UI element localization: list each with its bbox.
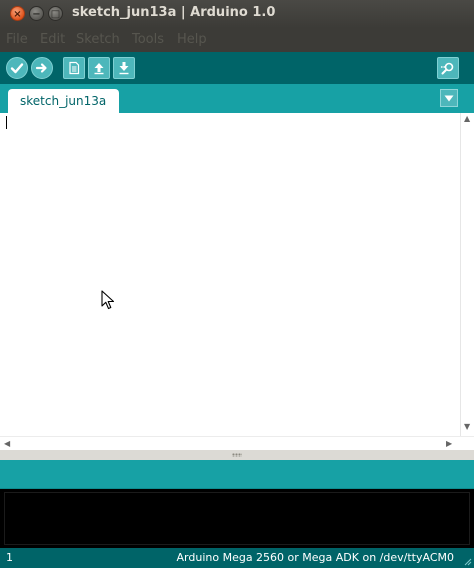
console-frame bbox=[4, 492, 470, 545]
toolbar bbox=[0, 52, 474, 84]
minimize-window-button[interactable]: − bbox=[29, 6, 44, 21]
tab-strip: sketch_jun13a bbox=[0, 84, 474, 113]
message-bar bbox=[0, 460, 474, 488]
line-number: 1 bbox=[6, 551, 13, 564]
menu-file[interactable]: File bbox=[6, 32, 28, 47]
menu-edit[interactable]: Edit bbox=[40, 32, 65, 47]
console-output[interactable] bbox=[0, 488, 474, 548]
code-editor[interactable]: ▲ ▼ bbox=[0, 113, 474, 448]
open-button[interactable] bbox=[88, 57, 110, 79]
scroll-left-icon[interactable]: ◀ bbox=[4, 440, 10, 448]
triangle-down-icon bbox=[444, 95, 454, 101]
tab-menu-button[interactable] bbox=[440, 89, 458, 107]
serial-monitor-button[interactable] bbox=[437, 57, 459, 79]
scroll-right-icon[interactable]: ▶ bbox=[446, 440, 452, 448]
arduino-window: × − □ sketch_jun13a | Arduino 1.0 File E… bbox=[0, 0, 474, 568]
upload-button[interactable] bbox=[31, 57, 53, 79]
title-bar: × − □ sketch_jun13a | Arduino 1.0 bbox=[0, 0, 474, 28]
window-title: sketch_jun13a | Arduino 1.0 bbox=[72, 5, 276, 20]
text-caret bbox=[6, 116, 7, 129]
menu-help[interactable]: Help bbox=[177, 32, 207, 47]
tab-label: sketch_jun13a bbox=[20, 94, 107, 108]
menu-bar: File Edit Sketch Tools Help bbox=[0, 28, 474, 52]
mouse-pointer-icon bbox=[101, 290, 115, 310]
splitter-grip-icon[interactable] bbox=[232, 453, 242, 457]
verify-icon bbox=[10, 63, 24, 74]
board-port-info: Arduino Mega 2560 or Mega ADK on /dev/tt… bbox=[176, 551, 454, 564]
open-icon bbox=[94, 63, 104, 75]
scroll-down-icon[interactable]: ▼ bbox=[464, 423, 470, 431]
new-icon bbox=[69, 61, 80, 75]
tab-sketch[interactable]: sketch_jun13a bbox=[8, 89, 119, 113]
menu-sketch[interactable]: Sketch bbox=[76, 32, 120, 47]
horizontal-scrollbar[interactable]: ◀ ▶ bbox=[0, 436, 474, 450]
maximize-window-button[interactable]: □ bbox=[48, 6, 63, 21]
pane-splitter[interactable] bbox=[0, 450, 474, 460]
menu-tools[interactable]: Tools bbox=[132, 32, 164, 47]
maximize-icon: □ bbox=[50, 9, 61, 20]
status-bar: 1 Arduino Mega 2560 or Mega ADK on /dev/… bbox=[0, 548, 474, 568]
upload-icon bbox=[35, 63, 47, 73]
scroll-up-icon[interactable]: ▲ bbox=[464, 115, 470, 123]
resize-grip-icon[interactable] bbox=[462, 556, 472, 566]
serial-monitor-icon bbox=[440, 62, 454, 75]
close-icon: × bbox=[13, 9, 22, 20]
save-icon bbox=[119, 62, 129, 75]
verify-button[interactable] bbox=[6, 57, 28, 79]
new-button[interactable] bbox=[63, 57, 85, 79]
save-button[interactable] bbox=[113, 57, 135, 79]
vertical-scrollbar[interactable]: ▲ ▼ bbox=[460, 113, 474, 448]
minimize-icon: − bbox=[32, 9, 41, 20]
close-window-button[interactable]: × bbox=[10, 6, 25, 21]
